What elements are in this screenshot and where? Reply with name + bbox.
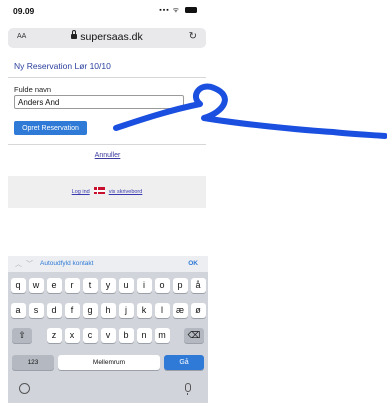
- hand-drawn-annotation: [113, 83, 387, 139]
- scribble-stroke: [113, 83, 387, 139]
